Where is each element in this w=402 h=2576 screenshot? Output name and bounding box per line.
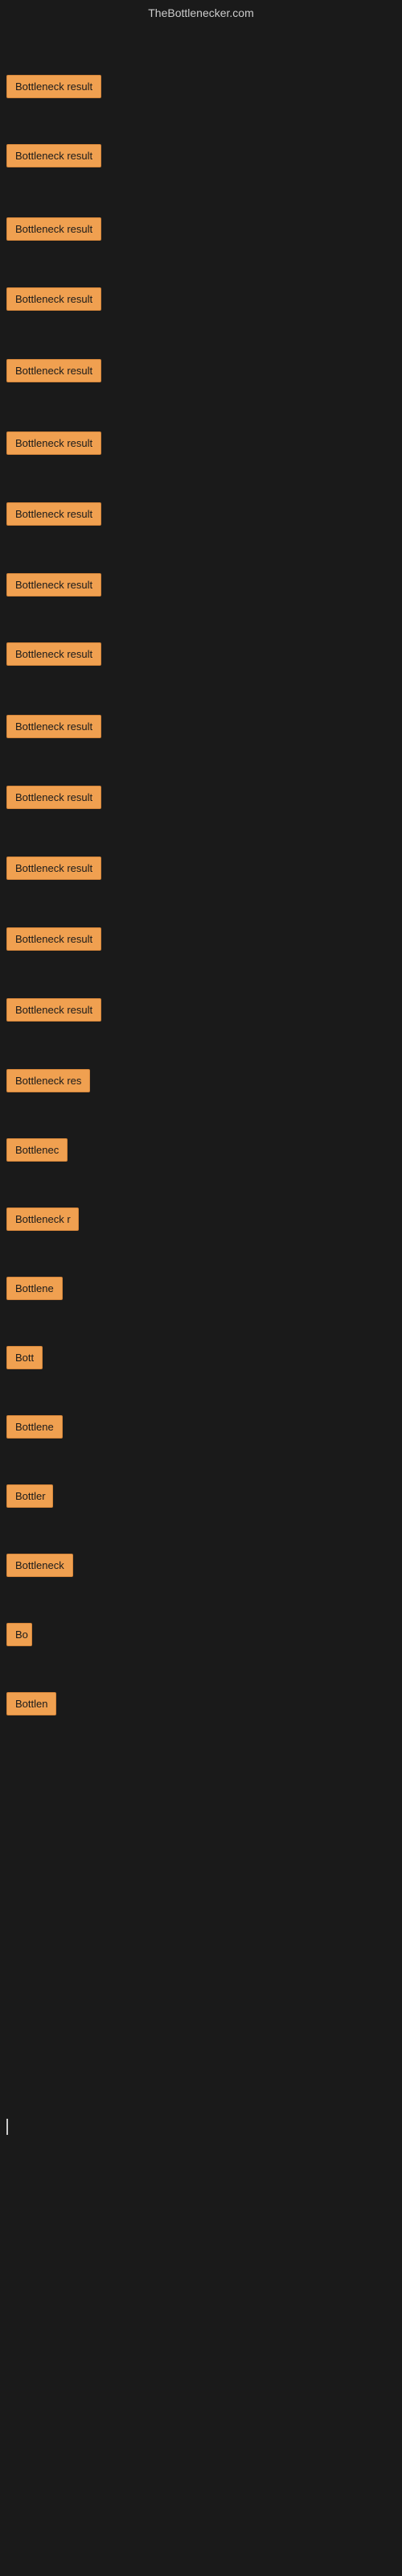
list-item: Bottleneck result (0, 995, 108, 1029)
list-item: Bottleneck (0, 1550, 80, 1584)
bottleneck-list: Bottleneck result Bottleneck result Bottle… (0, 26, 402, 2441)
list-item: Bottlene (0, 1412, 69, 1446)
list-item: Bottlenec (0, 1135, 74, 1169)
list-item: Bottleneck r (0, 1204, 85, 1238)
list-item: Bottler (0, 1481, 59, 1515)
bottleneck-result-badge[interactable]: Bottleneck result (6, 359, 101, 382)
list-item: Bo (0, 1620, 39, 1653)
bottleneck-result-badge[interactable]: Bottleneck result (6, 786, 101, 809)
bottleneck-result-badge[interactable]: Bottleneck result (6, 144, 101, 167)
list-item: Bottleneck result (0, 141, 108, 175)
bottleneck-result-badge[interactable]: Bo (6, 1623, 32, 1646)
bottleneck-result-badge[interactable]: Bottleneck r (6, 1208, 79, 1231)
bottleneck-result-badge[interactable]: Bottleneck result (6, 857, 101, 880)
list-item: Bottleneck result (0, 356, 108, 390)
bottleneck-result-badge[interactable]: Bottleneck result (6, 642, 101, 666)
cursor (6, 2119, 8, 2135)
list-item: Bottlene (0, 1274, 69, 1307)
bottleneck-result-badge[interactable]: Bottleneck (6, 1554, 73, 1577)
bottleneck-result-badge[interactable]: Bottleneck result (6, 431, 101, 455)
bottleneck-result-badge[interactable]: Bottlene (6, 1415, 63, 1439)
bottleneck-result-badge[interactable]: Bottleneck res (6, 1069, 90, 1092)
bottleneck-result-badge[interactable]: Bottleneck result (6, 502, 101, 526)
list-item: Bottleneck result (0, 72, 108, 105)
list-item: Bottleneck result (0, 782, 108, 816)
list-item: Bottleneck result (0, 428, 108, 462)
list-item: Bottleneck res (0, 1066, 96, 1100)
bottleneck-result-badge[interactable]: Bottleneck result (6, 927, 101, 951)
list-item: Bottleneck result (0, 284, 108, 318)
bottleneck-result-badge[interactable]: Bottlen (6, 1692, 56, 1715)
bottleneck-result-badge[interactable]: Bottleneck result (6, 998, 101, 1022)
list-item: Bottleneck result (0, 499, 108, 533)
bottleneck-result-badge[interactable]: Bottleneck result (6, 217, 101, 241)
list-item: Bottleneck result (0, 214, 108, 248)
bottleneck-result-badge[interactable]: Bott (6, 1346, 43, 1369)
bottleneck-result-badge[interactable]: Bottlenec (6, 1138, 68, 1162)
list-item: Bottlen (0, 1689, 63, 1723)
list-item: Bottleneck result (0, 639, 108, 673)
list-item: Bottleneck result (0, 570, 108, 604)
list-item: Bottleneck result (0, 712, 108, 745)
bottleneck-result-badge[interactable]: Bottleneck result (6, 287, 101, 311)
list-item: Bottleneck result (0, 924, 108, 958)
list-item: Bottleneck result (0, 853, 108, 887)
site-title: TheBottlenecker.com (0, 0, 402, 26)
bottleneck-result-badge[interactable]: Bottleneck result (6, 75, 101, 98)
bottleneck-result-badge[interactable]: Bottlene (6, 1277, 63, 1300)
bottleneck-result-badge[interactable]: Bottleneck result (6, 573, 101, 597)
bottleneck-result-badge[interactable]: Bottler (6, 1484, 53, 1508)
list-item: Bott (0, 1343, 49, 1377)
bottleneck-result-badge[interactable]: Bottleneck result (6, 715, 101, 738)
